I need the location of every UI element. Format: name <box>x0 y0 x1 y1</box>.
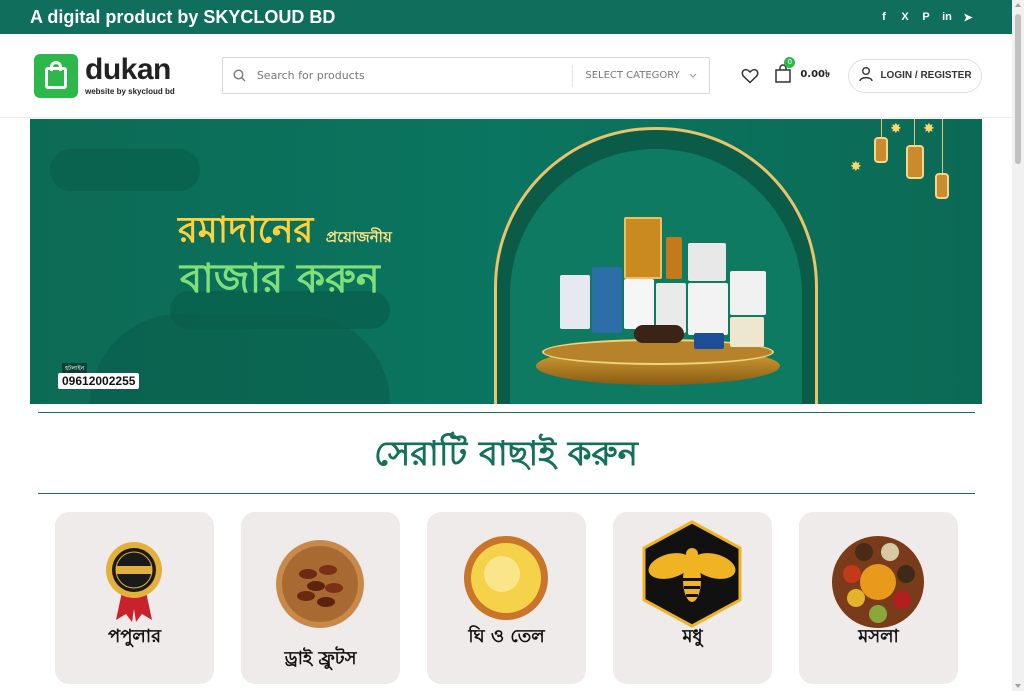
search-input[interactable] <box>256 58 573 93</box>
user-icon <box>858 66 874 85</box>
search-icon[interactable] <box>223 69 257 82</box>
category-select[interactable]: SELECT CATEGORY <box>572 64 709 87</box>
scroll-down-arrow-icon[interactable] <box>1015 684 1021 688</box>
bee-icon <box>640 520 744 628</box>
lantern-icon <box>935 173 949 199</box>
heart-icon[interactable] <box>740 66 760 86</box>
scroll-up-arrow-icon[interactable] <box>1015 3 1021 7</box>
search-bar: SELECT CATEGORY <box>221 57 711 94</box>
header-actions: 0 0.00৳ LOGIN / REGISTER <box>740 56 982 93</box>
shopping-bag-icon <box>34 53 78 98</box>
category-card-dry-fruits[interactable]: ড্রাই ফ্রুটস <box>241 512 400 684</box>
x-icon[interactable]: X <box>899 11 911 23</box>
facebook-icon[interactable]: f <box>878 11 890 23</box>
category-card-spices[interactable]: মসলা <box>799 512 958 684</box>
logo-name: dukan <box>85 53 171 86</box>
category-label: মসলা <box>858 626 899 647</box>
banner-headline-2: বাজার করুন <box>180 256 380 302</box>
category-card-popular[interactable]: পপুলার <box>55 512 214 684</box>
logo-subtitle: website by skycloud bd <box>85 87 175 96</box>
telegram-icon[interactable]: ➤ <box>962 11 974 24</box>
category-label: মধু <box>682 626 703 647</box>
dates-bowl-icon <box>272 534 368 630</box>
lantern-icon <box>906 145 924 179</box>
mosque-silhouette <box>90 314 390 404</box>
category-label: পপুলার <box>108 626 161 647</box>
page: A digital product by SKYCLOUD BD f X P i… <box>0 0 1012 691</box>
chevron-down-icon <box>689 70 697 81</box>
social-links: f X P in ➤ <box>878 11 974 24</box>
site-logo[interactable]: dukan website by skycloud bd <box>34 53 222 98</box>
top-bar: A digital product by SKYCLOUD BD f X P i… <box>0 0 1012 34</box>
scrollbar-thumb[interactable] <box>1015 14 1021 164</box>
cart-count-badge: 0 <box>784 56 796 68</box>
cart-button[interactable]: 0 0.00৳ <box>774 56 830 88</box>
site-header: dukan website by skycloud bd SELECT CATE… <box>0 34 1012 118</box>
lantern-icon <box>874 137 888 163</box>
category-label: ড্রাই ফ্রুটস <box>284 648 357 669</box>
category-card-honey[interactable]: মধু <box>613 512 772 684</box>
divider <box>38 412 975 413</box>
linkedin-icon[interactable]: in <box>941 11 953 23</box>
page-scrollbar[interactable] <box>1012 0 1024 691</box>
ghee-bowl-icon <box>458 534 554 630</box>
category-list: পপুলার ড্রাই ফ্রুটস ঘি ও তেল মধু মসলা <box>55 512 958 684</box>
login-register-button[interactable]: LOGIN / REGISTER <box>848 58 982 93</box>
divider <box>38 493 975 494</box>
best-seller-badge-icon <box>86 534 182 630</box>
star-icon: ✸ <box>890 121 902 137</box>
grocery-products-image <box>554 217 766 351</box>
category-select-label: SELECT CATEGORY <box>585 70 680 81</box>
star-icon: ✸ <box>923 121 935 137</box>
category-card-ghee-oil[interactable]: ঘি ও তেল <box>427 512 586 684</box>
section-title: সেরাটি বাছাই করুন <box>374 434 638 474</box>
category-label: ঘি ও তেল <box>468 626 545 647</box>
hotline-number: 09612002255 <box>58 373 140 389</box>
spices-plate-icon <box>830 534 926 630</box>
banner-headline-1-main: রমাদানের <box>178 210 314 251</box>
login-register-label: LOGIN / REGISTER <box>880 70 972 81</box>
cart-total: 0.00৳ <box>800 69 830 80</box>
pinterest-icon[interactable]: P <box>920 11 932 23</box>
ramadan-promo-banner[interactable]: রমাদানের প্রয়োজনীয় বাজার করুন হটলাইন 0… <box>30 119 982 404</box>
top-bar-tagline: A digital product by SKYCLOUD BD <box>30 6 336 27</box>
banner-headline-1-small: প্রয়োজনীয় <box>325 228 392 246</box>
star-icon: ✸ <box>850 159 862 175</box>
